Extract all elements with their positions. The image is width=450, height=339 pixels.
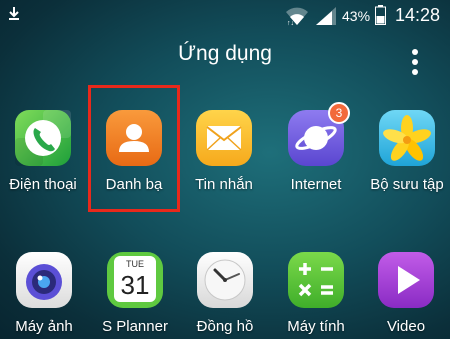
- app-internet[interactable]: 3 Internet: [272, 102, 360, 193]
- app-messages[interactable]: Tin nhắn: [180, 108, 268, 193]
- app-label: Bộ sưu tập: [370, 176, 444, 193]
- status-bar: ↑↓ 43% 14:28: [0, 0, 450, 32]
- calculator-icon: [288, 252, 344, 308]
- phone-icon: [15, 110, 71, 166]
- app-calculator[interactable]: Máy tính: [272, 250, 360, 335]
- signal-icon: [316, 7, 336, 25]
- app-label: Đồng hồ: [196, 318, 254, 335]
- calendar-date: 31: [121, 270, 150, 300]
- clock-time: 14:28: [395, 5, 441, 25]
- app-phone[interactable]: Điện thoại: [0, 108, 87, 193]
- video-icon: [378, 252, 434, 308]
- svg-text:↑↓: ↑↓: [287, 20, 294, 26]
- app-video[interactable]: Video: [362, 250, 450, 335]
- app-gallery[interactable]: Bộ sưu tập: [363, 108, 450, 193]
- app-label: Video: [386, 318, 426, 335]
- camera-icon: [16, 252, 72, 308]
- clock-icon: [197, 252, 253, 308]
- page-title: Ứng dụng: [178, 42, 272, 65]
- app-label: Máy tính: [287, 318, 345, 335]
- gallery-icon: [379, 110, 435, 166]
- app-label: Tin nhắn: [195, 176, 253, 193]
- notification-badge: 3: [328, 102, 350, 124]
- calendar-icon: TUE 31: [107, 252, 163, 308]
- highlight-box: [88, 85, 180, 212]
- messages-icon: [196, 110, 252, 166]
- wifi-icon: ↑↓: [286, 7, 308, 26]
- app-s-planner[interactable]: TUE 31 S Planner: [91, 250, 179, 335]
- more-options-icon[interactable]: [405, 48, 425, 76]
- app-camera[interactable]: Máy ảnh: [0, 250, 88, 335]
- app-label: S Planner: [102, 318, 168, 335]
- download-icon: [9, 7, 19, 20]
- app-label: Điện thoại: [9, 176, 77, 193]
- battery-level: 43%: [342, 8, 371, 24]
- battery-icon: [375, 5, 386, 25]
- calendar-day: TUE: [126, 259, 144, 269]
- app-label: Internet: [290, 176, 342, 193]
- app-clock[interactable]: Đồng hồ: [181, 250, 269, 335]
- app-label: Máy ảnh: [15, 318, 73, 335]
